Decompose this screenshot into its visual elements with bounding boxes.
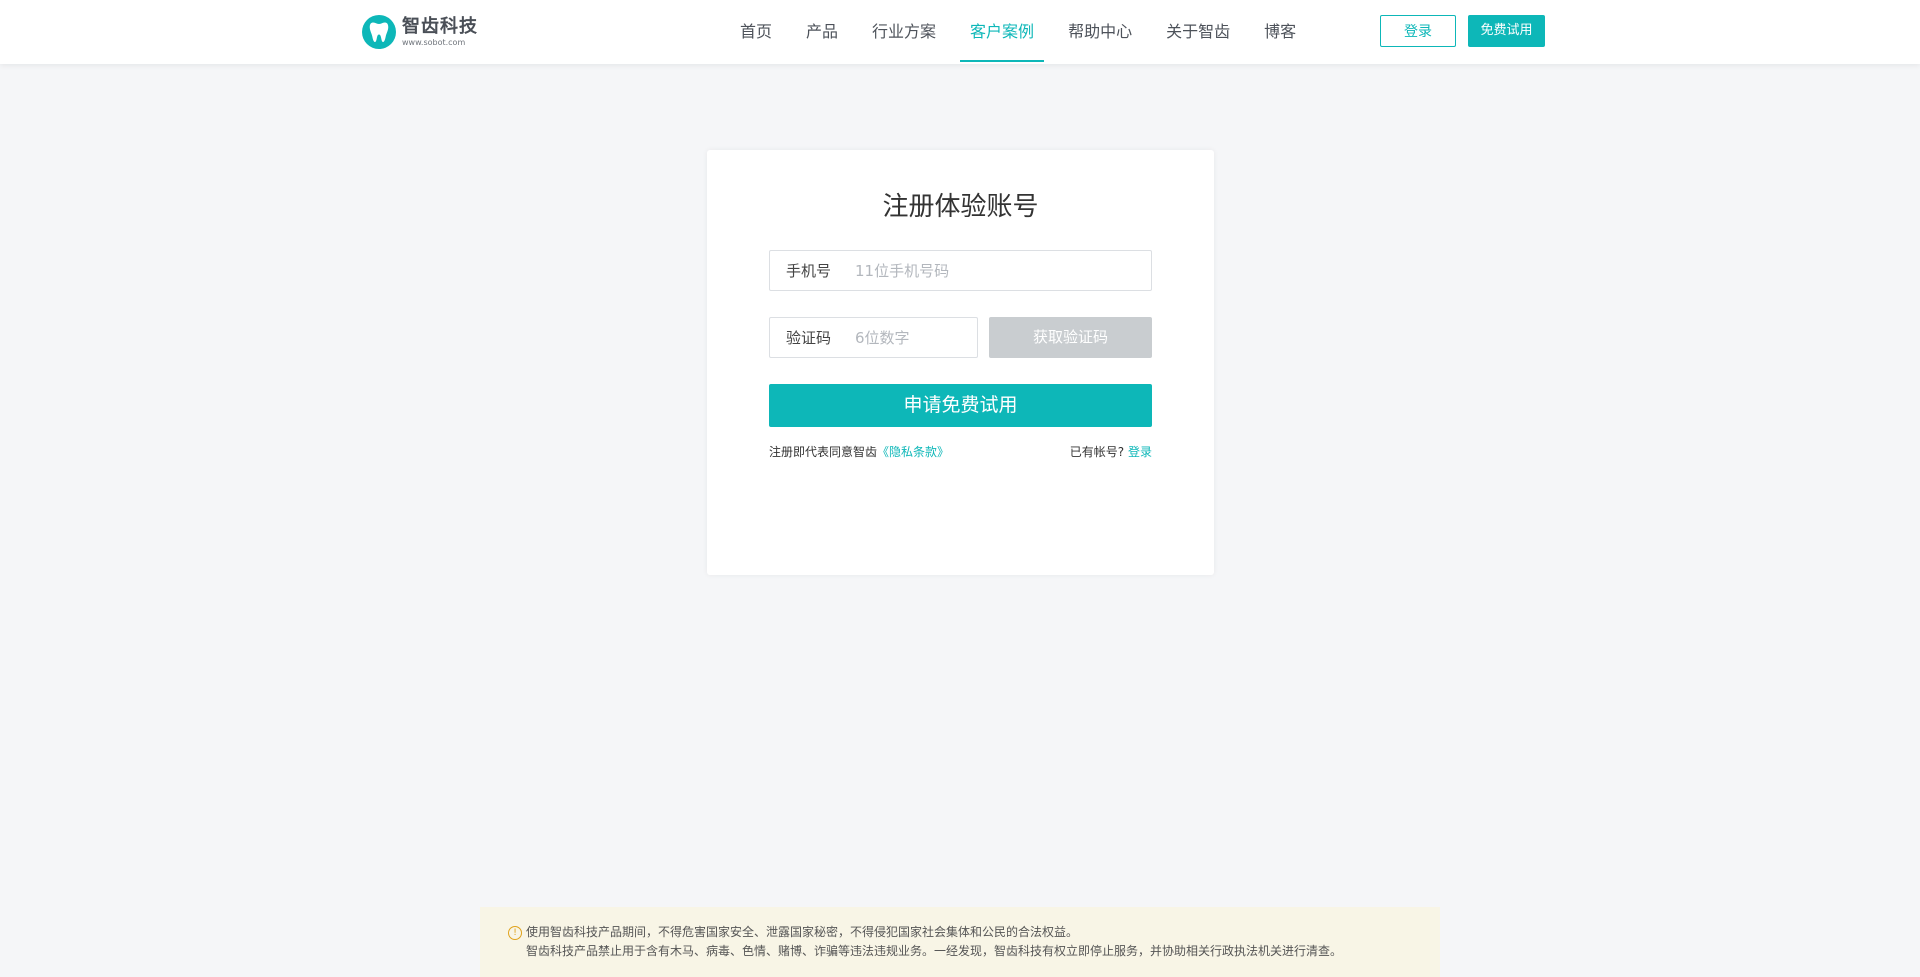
logo-url: www.sobot.com bbox=[402, 37, 466, 47]
nav-item-help[interactable]: 帮助中心 bbox=[1068, 0, 1132, 64]
apply-trial-button[interactable]: 申请免费试用 bbox=[769, 384, 1152, 427]
logo-name: 智齿科技 bbox=[402, 15, 478, 37]
register-title: 注册体验账号 bbox=[882, 192, 1039, 222]
warning-icon: ! bbox=[508, 926, 522, 940]
notice-line-1: 使用智齿科技产品期间，不得危害国家安全、泄露国家秘密，不得侵犯国家社会集体和公民… bbox=[526, 925, 1079, 939]
code-label: 验证码 bbox=[786, 329, 832, 347]
nav-item-products[interactable]: 产品 bbox=[806, 0, 838, 64]
phone-label: 手机号 bbox=[786, 262, 832, 280]
phone-field: 手机号 bbox=[769, 250, 1152, 291]
nav-item-about[interactable]: 关于智齿 bbox=[1166, 0, 1230, 64]
nav-item-cases[interactable]: 客户案例 bbox=[960, 0, 1045, 64]
tooth-logo-icon bbox=[362, 15, 396, 49]
get-code-button[interactable]: 获取验证码 bbox=[989, 317, 1152, 358]
nav-item-blog[interactable]: 博客 bbox=[1264, 0, 1296, 64]
main-nav: 首页 产品 行业方案 客户案例 帮助中心 关于智齿 博客 bbox=[740, 0, 1330, 64]
compliance-notice: ! 使用智齿科技产品期间，不得危害国家安全、泄露国家秘密，不得侵犯国家社会集体和… bbox=[480, 907, 1440, 977]
code-input[interactable] bbox=[853, 327, 977, 348]
has-account-text: 已有帐号? 登录 bbox=[1070, 443, 1152, 460]
agreement-label: 注册即代表同意智齿 bbox=[769, 445, 878, 459]
phone-input[interactable] bbox=[853, 260, 1151, 281]
privacy-link[interactable]: 《隐私条款》 bbox=[877, 445, 949, 459]
has-account-label: 已有帐号? bbox=[1069, 445, 1125, 459]
notice-line-2: 智齿科技产品禁止用于含有木马、病毒、色情、赌博、诈骗等违法违规业务。一经发现，智… bbox=[526, 944, 1343, 958]
register-card: 注册体验账号 手机号 验证码 获取验证码 申请免费试用 注册即代表同意智齿《隐私… bbox=[707, 150, 1214, 575]
top-header: 智齿科技 www.sobot.com 首页 产品 行业方案 客户案例 帮助中心 … bbox=[0, 0, 1920, 64]
nav-item-home[interactable]: 首页 bbox=[740, 0, 772, 64]
logo[interactable]: 智齿科技 www.sobot.com bbox=[362, 14, 478, 50]
free-trial-button[interactable]: 免费试用 bbox=[1468, 15, 1545, 47]
login-button[interactable]: 登录 bbox=[1380, 15, 1456, 47]
agreement-text: 注册即代表同意智齿《隐私条款》 bbox=[769, 443, 949, 460]
login-link[interactable]: 登录 bbox=[1128, 445, 1152, 459]
nav-item-solutions[interactable]: 行业方案 bbox=[872, 0, 936, 64]
code-field: 验证码 bbox=[769, 317, 978, 358]
